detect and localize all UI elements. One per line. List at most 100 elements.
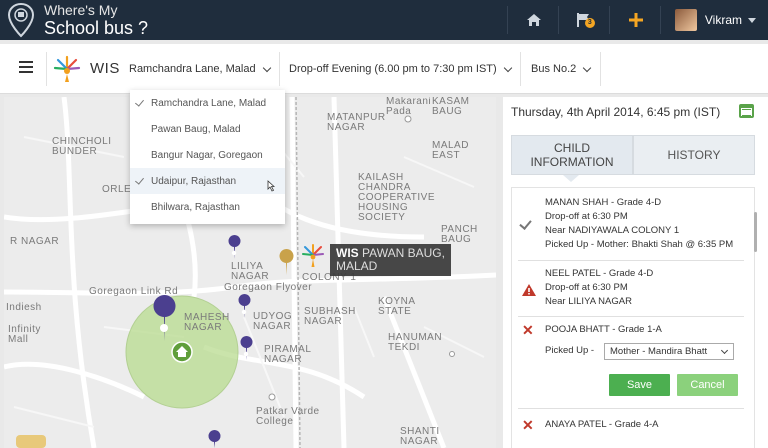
dropdown-option-label: Ramchandra Lane, Malad (151, 97, 267, 109)
map-label: MATANPUR NAGAR (327, 112, 386, 133)
divider (506, 6, 508, 34)
map-label: PIRAMAL NAGAR (264, 344, 312, 365)
dropdown-option-label: Pawan Baug, Malad (151, 123, 241, 135)
dropdown-option[interactable]: Ramchandra Lane, Malad (130, 90, 285, 116)
map-label: KAILASH CHANDRA COOPERATIVE HOUSING SOCI… (358, 172, 435, 223)
child-detail: Near NADIYAWALA COLONY 1 (545, 225, 680, 236)
divider (600, 52, 601, 86)
map-label: Patkar Varde College (256, 406, 320, 427)
child-name: MANAN SHAH - Grade 4-D (545, 197, 662, 208)
dropdown-option[interactable]: Pawan Baug, Malad (130, 116, 285, 142)
map-label: MAHESH NAGAR (184, 312, 230, 333)
list-item[interactable]: ANAYA PATEL - Grade 4-A (545, 418, 754, 432)
list-scrollbar[interactable] (754, 212, 757, 252)
map-label: MALAD EAST (432, 140, 469, 161)
schedule-select[interactable]: Drop-off Evening (6.00 pm to 7:30 pm IST… (289, 63, 512, 75)
dropdown-option-label: Udaipur, Rajasthan (151, 175, 237, 187)
child-name: NEEL PATEL - Grade 4-D (545, 268, 654, 279)
school-logo-icon (53, 55, 81, 82)
close-icon: ✕ (522, 322, 534, 338)
warning-icon (522, 283, 536, 301)
map-label: Goregaon Flyover (224, 282, 313, 293)
chevron-down-icon (583, 63, 592, 72)
school-tag-name: WIS (336, 246, 359, 260)
dropdown-option[interactable]: Bhilwara, Rajasthan (130, 194, 285, 220)
school-map-tag[interactable]: WIS PAWAN BAUG, MALAD (330, 244, 451, 276)
school-tag-place: PAWAN BAUG, (362, 246, 445, 260)
divider (279, 52, 280, 86)
check-icon (135, 97, 144, 107)
dropdown-option-label: Bangur Nagar, Goregaon (151, 149, 263, 161)
app-title-line1: Where's My (44, 2, 118, 18)
tab-history[interactable]: HISTORY (633, 135, 755, 175)
list-item[interactable]: MANAN SHAH - Grade 4-D Drop-off at 6:30 … (545, 196, 754, 252)
map-label: LILIYA NAGAR (231, 261, 270, 282)
map-pin-logo-icon (7, 2, 35, 38)
filter-bar: WIS Ramchandra Lane, Malad Drop-off Even… (0, 44, 768, 94)
list-item[interactable]: POOJA BHATT - Grade 1-A (545, 323, 754, 337)
schedule-select-value: Drop-off Evening (6.00 pm to 7:30 pm IST… (289, 63, 497, 75)
location-dropdown-menu: Ramchandra Lane, Malad Pawan Baug, Malad… (130, 90, 285, 224)
app-title-line2: School bus ? (44, 18, 149, 38)
current-datetime: Thursday, 4th April 2014, 6:45 pm (IST) (511, 105, 721, 119)
map-label: SHANTI NAGAR (400, 426, 440, 447)
map-label: SUBHASH NAGAR (304, 306, 356, 327)
child-detail: Drop-off at 6:30 PM (545, 211, 628, 222)
children-list[interactable]: MANAN SHAH - Grade 4-D Drop-off at 6:30 … (511, 187, 755, 448)
bus-select-value: Bus No.2 (531, 63, 577, 75)
school-name: WIS (90, 60, 120, 77)
user-menu-caret-icon[interactable] (748, 17, 756, 23)
map-label: KASAM BAUG (432, 97, 470, 117)
map-label: Indiesh (6, 302, 42, 313)
add-icon[interactable] (624, 8, 648, 32)
map-label: CHINCHOLI BUNDER (52, 136, 112, 157)
location-select-value: Ramchandra Lane, Malad (129, 63, 256, 75)
map-label: R NAGAR (10, 236, 60, 247)
map-label: PANCH BAUG (441, 224, 478, 245)
map-label: UDYOG NAGAR (253, 311, 293, 332)
check-icon (135, 175, 144, 185)
child-detail: Near LILIYA NAGAR (545, 296, 632, 307)
divider (518, 316, 744, 317)
mouse-pointer-icon (267, 180, 275, 192)
map-label: HANUMAN TEKDI (388, 332, 443, 353)
user-avatar[interactable] (674, 9, 697, 31)
picked-up-select-value: Mother - Mandira Bhatt (610, 346, 708, 357)
map-label: Goregaon Link Rd (89, 286, 179, 297)
divider (518, 408, 744, 409)
dropdown-option-label: Bhilwara, Rajasthan (151, 201, 240, 213)
school-tag-place-line2: MALAD (336, 259, 378, 273)
divider (518, 260, 744, 261)
active-tab-indicator (563, 175, 579, 182)
chevron-down-icon (720, 346, 729, 355)
divider (520, 52, 521, 86)
status-done-icon (519, 217, 532, 230)
dropdown-option[interactable]: Bangur Nagar, Goregaon (130, 142, 285, 168)
divider (608, 6, 610, 34)
location-select[interactable]: Ramchandra Lane, Malad (129, 63, 271, 75)
app-header: Where's My School bus ? 3 Vikram (0, 0, 768, 40)
notification-badge: 3 (584, 18, 595, 28)
home-icon[interactable] (522, 8, 546, 32)
close-icon: ✕ (522, 417, 534, 433)
flag-notifications-icon[interactable]: 3 (573, 8, 597, 32)
dropdown-option[interactable]: Udaipur, Rajasthan (130, 168, 285, 194)
tab-child-information[interactable]: CHILD INFORMATION (511, 135, 633, 175)
child-detail: Drop-off at 6:30 PM (545, 282, 628, 293)
calendar-icon[interactable] (739, 104, 754, 118)
save-button[interactable]: Save (609, 374, 670, 396)
child-name: POOJA BHATT - Grade 1-A (545, 324, 662, 335)
map-label: Makarani Pada (386, 97, 432, 117)
menu-icon[interactable] (19, 61, 33, 73)
cancel-button[interactable]: Cancel (677, 374, 738, 396)
child-detail: Picked Up - Mother: Bhakti Shah @ 6:35 P… (545, 239, 734, 250)
map-label: KOYNA STATE (378, 296, 416, 317)
list-item[interactable]: NEEL PATEL - Grade 4-D Drop-off at 6:30 … (545, 267, 754, 309)
picked-up-select[interactable]: Mother - Mandira Bhatt (604, 343, 734, 360)
bus-select[interactable]: Bus No.2 (531, 63, 592, 75)
user-name[interactable]: Vikram (705, 13, 742, 27)
chevron-down-icon (262, 63, 271, 72)
divider (557, 6, 559, 34)
child-info-panel: Thursday, 4th April 2014, 6:45 pm (IST) … (503, 97, 768, 448)
app-brand[interactable]: Where's My School bus ? (6, 0, 148, 40)
